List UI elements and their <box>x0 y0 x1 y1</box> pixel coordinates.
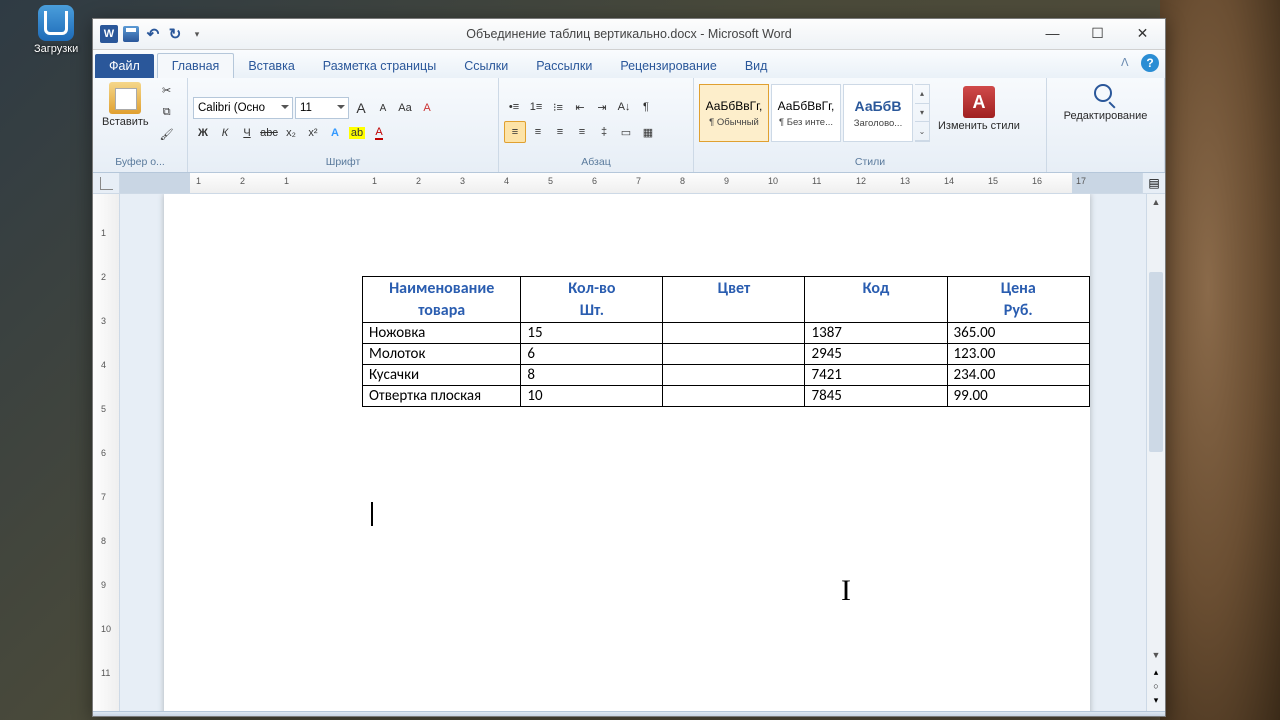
paste-button[interactable]: Вставить <box>98 80 153 130</box>
copy-button[interactable]: ⧉ <box>157 102 177 122</box>
change-case-button[interactable]: Aa <box>395 98 415 118</box>
tab-page-layout[interactable]: Разметка страницы <box>309 54 450 78</box>
document-area[interactable]: Наименованиетовара Кол-воШт. Цвет Код Це… <box>120 194 1146 711</box>
align-left-button[interactable]: ≡ <box>504 121 526 143</box>
vertical-scrollbar[interactable]: ▲ ▼ ▴ ○ ▾ <box>1146 194 1165 711</box>
table-header[interactable]: Кол-воШт. <box>521 277 663 323</box>
shading-button[interactable]: ▭ <box>616 122 636 142</box>
table-row[interactable]: Отвертка плоская10784599.00 <box>363 386 1090 407</box>
font-family-combo[interactable]: Calibri (Осно <box>193 97 293 119</box>
statusbar[interactable] <box>93 711 1165 716</box>
font-color-button[interactable]: A <box>369 123 389 143</box>
table-header[interactable]: Цвет <box>663 277 805 323</box>
browse-object-button[interactable]: ○ <box>1147 679 1165 693</box>
help-button[interactable]: ? <box>1141 54 1159 72</box>
bullets-button[interactable]: •≡ <box>504 97 524 117</box>
style-heading1[interactable]: АаБбВ Заголово... <box>843 84 913 142</box>
tab-insert[interactable]: Вставка <box>234 54 308 78</box>
minimize-button[interactable]: — <box>1030 19 1075 47</box>
word-window: W ↶ ↻ ▾ Объединение таблиц вертикально.d… <box>92 18 1166 717</box>
horizontal-ruler-area: 1211234567891011121314151617 ▤ <box>93 173 1165 194</box>
maximize-button[interactable]: ☐ <box>1075 19 1120 47</box>
multilevel-list-button[interactable]: ⁝≡ <box>548 97 568 117</box>
strikethrough-button[interactable]: abc <box>259 123 279 143</box>
tab-references[interactable]: Ссылки <box>450 54 522 78</box>
align-right-button[interactable]: ≡ <box>550 122 570 142</box>
style-normal[interactable]: АаБбВвГг, ¶ Обычный <box>699 84 769 142</box>
group-font-label: Шрифт <box>193 156 493 172</box>
cut-button[interactable]: ✂ <box>157 80 177 100</box>
decrease-indent-button[interactable]: ⇤ <box>570 97 590 117</box>
grow-font-button[interactable]: A <box>351 98 371 118</box>
scroll-down-button[interactable]: ▼ <box>1147 647 1165 663</box>
downloads-icon <box>38 5 74 41</box>
show-marks-button[interactable]: ¶ <box>636 97 656 117</box>
document-table[interactable]: Наименованиетовара Кол-воШт. Цвет Код Це… <box>362 276 1090 407</box>
vertical-ruler[interactable]: 123456789101112 <box>93 194 120 711</box>
tab-review[interactable]: Рецензирование <box>606 54 731 78</box>
styles-gallery[interactable]: АаБбВвГг, ¶ Обычный АаБбВвГг, ¶ Без инте… <box>699 84 930 142</box>
table-header[interactable]: Код <box>805 277 947 323</box>
numbering-button[interactable]: 1≡ <box>526 97 546 117</box>
text-effects-button[interactable]: A <box>325 123 345 143</box>
text-cursor <box>371 502 373 526</box>
desktop-shortcut-downloads[interactable]: Загрузки <box>34 5 78 55</box>
change-styles-label: Изменить стили <box>938 120 1020 132</box>
editing-label: Редактирование <box>1064 110 1148 122</box>
tab-home[interactable]: Главная <box>157 53 235 78</box>
shrink-font-button[interactable]: A <box>373 98 393 118</box>
group-clipboard-label: Буфер о... <box>98 156 182 172</box>
collapse-ribbon-icon[interactable]: ᐱ <box>1121 56 1135 70</box>
borders-button[interactable]: ▦ <box>638 122 658 142</box>
paste-label: Вставить <box>102 116 149 128</box>
table-row[interactable]: Молоток62945123.00 <box>363 344 1090 365</box>
increase-indent-button[interactable]: ⇥ <box>592 97 612 117</box>
superscript-button[interactable]: x² <box>303 123 323 143</box>
page[interactable]: Наименованиетовара Кол-воШт. Цвет Код Це… <box>164 194 1090 711</box>
table-row[interactable]: Ножовка151387365.00 <box>363 323 1090 344</box>
mouse-ibeam-cursor: I <box>841 574 851 608</box>
subscript-button[interactable]: x₂ <box>281 123 301 143</box>
wallpaper-fragment <box>1160 0 1280 720</box>
group-paragraph-label: Абзац <box>504 156 688 172</box>
highlight-button[interactable]: ab <box>347 123 367 143</box>
change-styles-icon <box>963 86 995 118</box>
table-row[interactable]: Кусачки87421234.00 <box>363 365 1090 386</box>
ribbon: Вставить ✂ ⧉ 🖌 Буфер о... Calibri (Осно … <box>93 78 1165 173</box>
tab-view[interactable]: Вид <box>731 54 782 78</box>
tab-stop-selector[interactable] <box>93 173 120 193</box>
scroll-up-button[interactable]: ▲ <box>1147 194 1165 210</box>
clear-formatting-button[interactable]: A <box>417 98 437 118</box>
italic-button[interactable]: К <box>215 123 235 143</box>
view-ruler-toggle[interactable]: ▤ <box>1142 173 1165 193</box>
underline-button[interactable]: Ч <box>237 123 257 143</box>
justify-button[interactable]: ≡ <box>572 122 592 142</box>
close-button[interactable]: ✕ <box>1120 19 1165 47</box>
line-spacing-button[interactable]: ‡ <box>594 122 614 142</box>
tab-mailings[interactable]: Рассылки <box>522 54 606 78</box>
format-painter-button[interactable]: 🖌 <box>157 124 177 144</box>
sort-button[interactable]: A↓ <box>614 97 634 117</box>
bold-button[interactable]: Ж <box>193 123 213 143</box>
align-center-button[interactable]: ≡ <box>528 122 548 142</box>
find-button[interactable]: Редактирование <box>1060 80 1152 124</box>
find-icon <box>1092 82 1118 108</box>
font-size-combo[interactable]: 11 <box>295 97 349 119</box>
table-header[interactable]: Наименованиетовара <box>363 277 521 323</box>
styles-gallery-more[interactable]: ▴▾⌄ <box>915 84 930 142</box>
next-page-button[interactable]: ▾ <box>1147 693 1165 707</box>
titlebar[interactable]: W ↶ ↻ ▾ Объединение таблиц вертикально.d… <box>93 19 1165 50</box>
horizontal-ruler[interactable]: 1211234567891011121314151617 <box>120 173 1142 193</box>
prev-page-button[interactable]: ▴ <box>1147 665 1165 679</box>
style-no-spacing[interactable]: АаБбВвГг, ¶ Без инте... <box>771 84 841 142</box>
ribbon-tabs: Файл Главная Вставка Разметка страницы С… <box>93 50 1165 78</box>
window-title: Объединение таблиц вертикально.docx - Mi… <box>93 27 1165 41</box>
change-styles-button[interactable]: Изменить стили <box>934 84 1024 134</box>
group-styles-label: Стили <box>699 156 1041 172</box>
desktop-shortcut-label: Загрузки <box>34 43 78 55</box>
tab-file[interactable]: Файл <box>95 54 154 78</box>
scrollbar-thumb[interactable] <box>1149 272 1163 452</box>
table-header[interactable]: ЦенаРуб. <box>947 277 1090 323</box>
paste-icon <box>109 82 141 114</box>
